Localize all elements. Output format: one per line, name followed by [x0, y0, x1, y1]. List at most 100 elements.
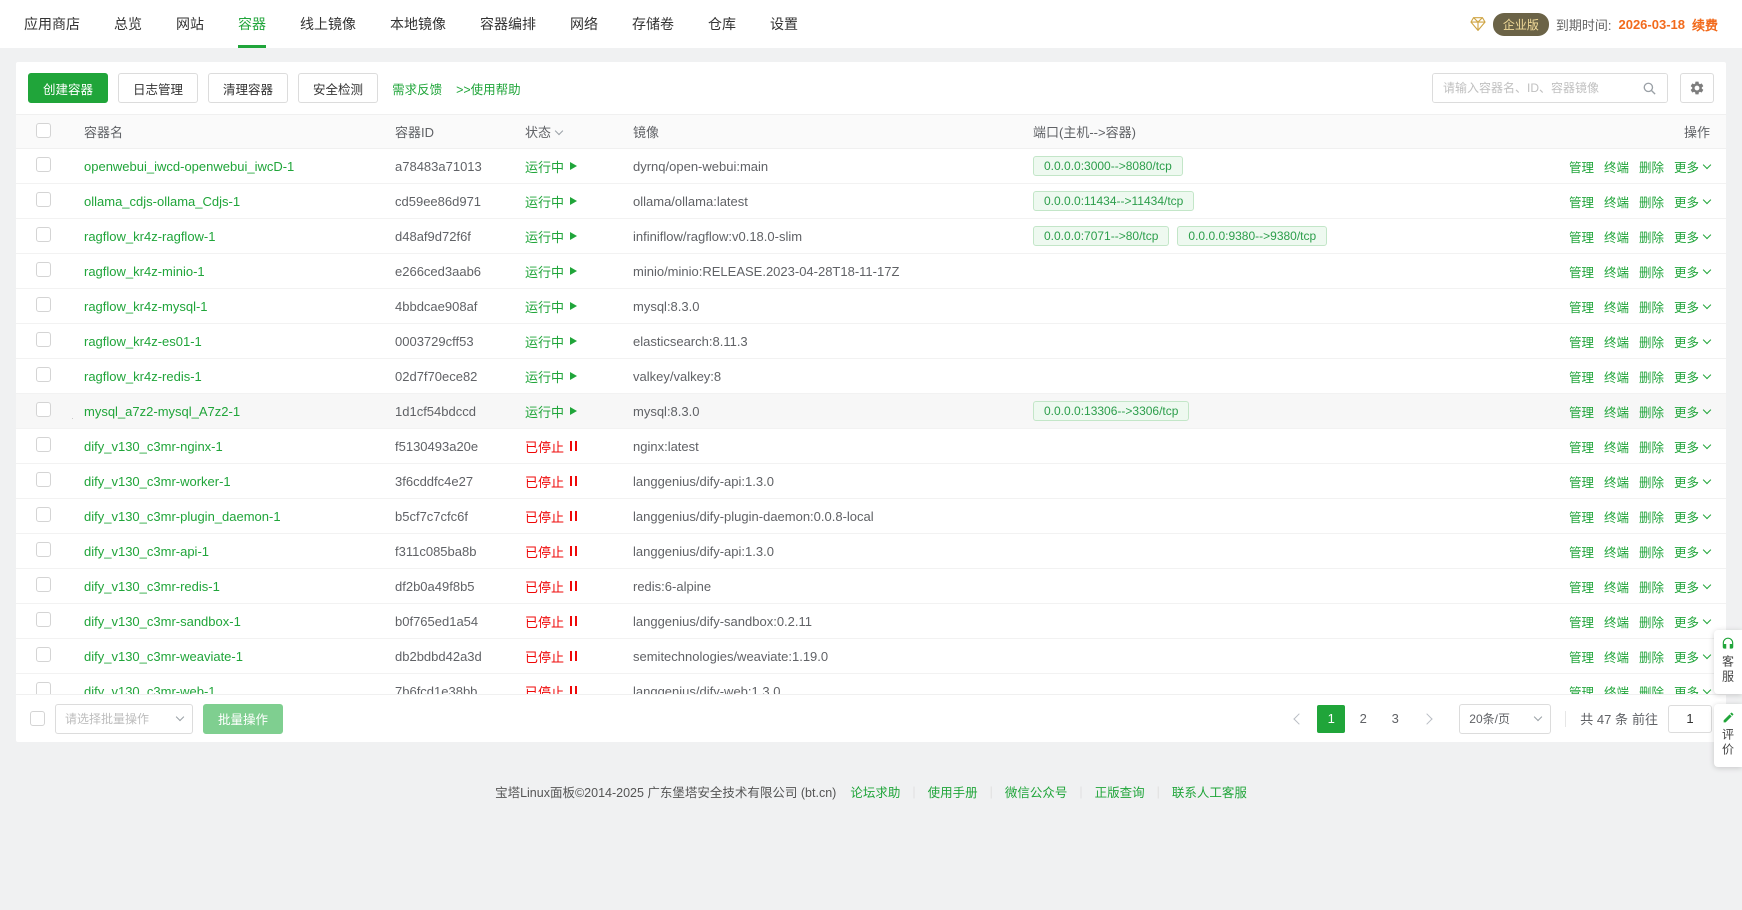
terminal-link[interactable]: 终端	[1604, 297, 1629, 316]
terminal-link[interactable]: 终端	[1604, 262, 1629, 281]
more-link[interactable]: 更多	[1674, 577, 1710, 596]
feedback-link[interactable]: 需求反馈	[392, 79, 442, 98]
row-checkbox[interactable]	[36, 402, 51, 417]
delete-link[interactable]: 删除	[1639, 542, 1664, 561]
manage-link[interactable]: 管理	[1569, 647, 1594, 666]
row-checkbox[interactable]	[36, 157, 51, 172]
delete-link[interactable]: 删除	[1639, 612, 1664, 631]
manage-link[interactable]: 管理	[1569, 157, 1594, 176]
delete-link[interactable]: 删除	[1639, 192, 1664, 211]
more-link[interactable]: 更多	[1674, 682, 1710, 695]
prev-page-button[interactable]	[1285, 705, 1313, 733]
nav-item-app-store[interactable]: 应用商店	[24, 0, 80, 48]
more-link[interactable]: 更多	[1674, 612, 1710, 631]
search-input[interactable]	[1433, 74, 1631, 102]
delete-link[interactable]: 删除	[1639, 402, 1664, 421]
page-button-1[interactable]: 1	[1317, 705, 1345, 733]
container-name-link[interactable]: ragflow_kr4z-redis-1	[84, 369, 202, 384]
status-stopped[interactable]: 已停止	[525, 542, 577, 561]
more-link[interactable]: 更多	[1674, 507, 1710, 526]
terminal-link[interactable]: 终端	[1604, 332, 1629, 351]
footer-link[interactable]: 使用手册	[928, 782, 978, 801]
row-checkbox[interactable]	[36, 647, 51, 662]
nav-item-online-image[interactable]: 线上镜像	[300, 0, 356, 48]
status-stopped[interactable]: 已停止	[525, 647, 577, 666]
page-button-3[interactable]: 3	[1381, 705, 1409, 733]
status-stopped[interactable]: 已停止	[525, 612, 577, 631]
status-stopped[interactable]: 已停止	[525, 437, 577, 456]
nav-item-compose[interactable]: 容器编排	[480, 0, 536, 48]
row-checkbox[interactable]	[36, 472, 51, 487]
nav-item-network[interactable]: 网络	[570, 0, 598, 48]
manage-link[interactable]: 管理	[1569, 227, 1594, 246]
status-stopped[interactable]: 已停止	[525, 577, 577, 596]
footer-link[interactable]: 正版查询	[1095, 782, 1145, 801]
delete-link[interactable]: 删除	[1639, 227, 1664, 246]
delete-link[interactable]: 删除	[1639, 577, 1664, 596]
status-stopped[interactable]: 已停止	[525, 682, 577, 695]
more-link[interactable]: 更多	[1674, 297, 1710, 316]
manage-link[interactable]: 管理	[1569, 612, 1594, 631]
row-checkbox[interactable]	[36, 682, 51, 694]
container-name-link[interactable]: ragflow_kr4z-mysql-1	[84, 299, 208, 314]
review-widget[interactable]: 评价	[1714, 704, 1742, 767]
security-check-button[interactable]: 安全检测	[298, 73, 378, 103]
manage-link[interactable]: 管理	[1569, 437, 1594, 456]
terminal-link[interactable]: 终端	[1604, 472, 1629, 491]
manage-link[interactable]: 管理	[1569, 367, 1594, 386]
nav-item-container[interactable]: 容器	[238, 0, 266, 48]
container-name-link[interactable]: dify_v130_c3mr-worker-1	[84, 474, 231, 489]
goto-page-input[interactable]	[1668, 705, 1712, 733]
delete-link[interactable]: 删除	[1639, 472, 1664, 491]
container-name-link[interactable]: openwebui_iwcd-openwebui_iwcD-1	[84, 159, 294, 174]
more-link[interactable]: 更多	[1674, 157, 1710, 176]
nav-item-repository[interactable]: 仓库	[708, 0, 736, 48]
delete-link[interactable]: 删除	[1639, 332, 1664, 351]
delete-link[interactable]: 删除	[1639, 647, 1664, 666]
select-all-checkbox[interactable]	[36, 123, 51, 138]
more-link[interactable]: 更多	[1674, 332, 1710, 351]
manage-link[interactable]: 管理	[1569, 507, 1594, 526]
terminal-link[interactable]: 终端	[1604, 157, 1629, 176]
bottom-select-all-checkbox[interactable]	[30, 711, 45, 726]
terminal-link[interactable]: 终端	[1604, 507, 1629, 526]
nav-item-overview[interactable]: 总览	[114, 0, 142, 48]
nav-item-settings[interactable]: 设置	[770, 0, 798, 48]
status-running[interactable]: 运行中	[525, 192, 577, 211]
row-checkbox[interactable]	[36, 297, 51, 312]
terminal-link[interactable]: 终端	[1604, 612, 1629, 631]
row-checkbox[interactable]	[36, 227, 51, 242]
batch-operation-button[interactable]: 批量操作	[203, 704, 283, 734]
more-link[interactable]: 更多	[1674, 262, 1710, 281]
manage-link[interactable]: 管理	[1569, 577, 1594, 596]
status-running[interactable]: 运行中	[525, 157, 577, 176]
container-name-link[interactable]: mysql_a7z2-mysql_A7z2-1	[84, 404, 240, 419]
create-container-button[interactable]: 创建容器	[28, 73, 108, 103]
container-name-link[interactable]: dify_v130_c3mr-nginx-1	[84, 439, 223, 454]
row-checkbox[interactable]	[36, 507, 51, 522]
container-name-link[interactable]: dify_v130_c3mr-plugin_daemon-1	[84, 509, 281, 524]
status-running[interactable]: 运行中	[525, 262, 577, 281]
nav-item-local-image[interactable]: 本地镜像	[390, 0, 446, 48]
more-link[interactable]: 更多	[1674, 647, 1710, 666]
container-name-link[interactable]: ollama_cdjs-ollama_Cdjs-1	[84, 194, 240, 209]
row-checkbox[interactable]	[36, 437, 51, 452]
delete-link[interactable]: 删除	[1639, 262, 1664, 281]
manage-link[interactable]: 管理	[1569, 682, 1594, 695]
manage-link[interactable]: 管理	[1569, 472, 1594, 491]
container-name-link[interactable]: dify_v130_c3mr-api-1	[84, 544, 209, 559]
row-checkbox[interactable]	[36, 577, 51, 592]
search-button[interactable]	[1631, 74, 1667, 102]
footer-link[interactable]: 联系人工客服	[1172, 782, 1247, 801]
manage-link[interactable]: 管理	[1569, 297, 1594, 316]
status-running[interactable]: 运行中	[525, 227, 577, 246]
terminal-link[interactable]: 终端	[1604, 647, 1629, 666]
manage-link[interactable]: 管理	[1569, 262, 1594, 281]
more-link[interactable]: 更多	[1674, 402, 1710, 421]
status-running[interactable]: 运行中	[525, 297, 577, 316]
log-management-button[interactable]: 日志管理	[118, 73, 198, 103]
terminal-link[interactable]: 终端	[1604, 682, 1629, 695]
terminal-link[interactable]: 终端	[1604, 577, 1629, 596]
manage-link[interactable]: 管理	[1569, 192, 1594, 211]
container-name-link[interactable]: dify_v130_c3mr-redis-1	[84, 579, 220, 594]
